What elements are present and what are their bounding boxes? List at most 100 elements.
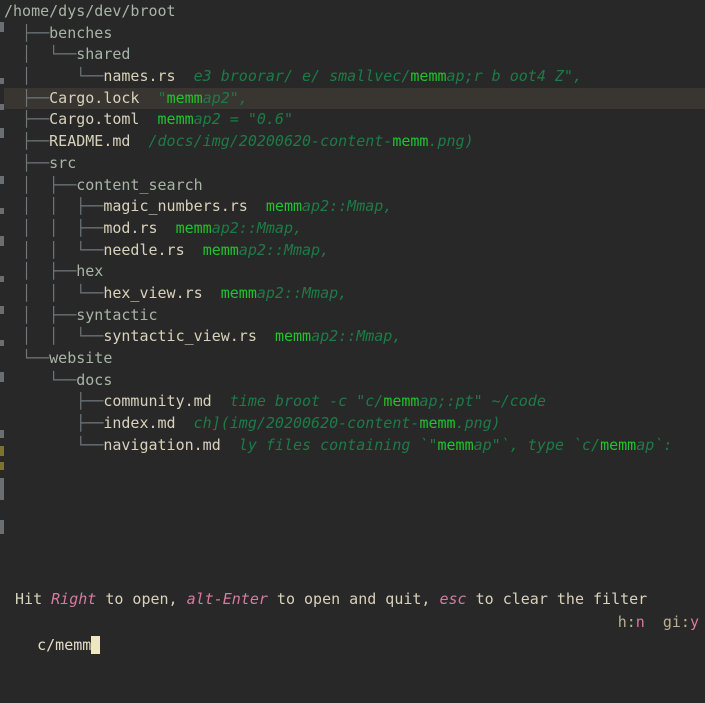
scrollbar-segment[interactable] <box>0 208 4 214</box>
preview-match: memm <box>202 240 239 259</box>
content-preview: e3 broorar/ e/ smallvec/memmap;r b oot4 … <box>176 67 582 85</box>
scrollbar-segment[interactable] <box>0 276 4 282</box>
preview-match: memm <box>265 197 303 216</box>
scrollbar-segment[interactable] <box>0 236 4 246</box>
tree-row[interactable]: ├──Cargo.toml memmap2 = "0.6" <box>0 109 705 131</box>
scrollbar-segment[interactable] <box>0 306 4 314</box>
scrollbar-segment[interactable] <box>0 478 4 500</box>
tree-row[interactable]: ├──README.md /docs/img/20200620-content-… <box>0 131 705 153</box>
scrollbar-segment[interactable] <box>0 176 4 184</box>
tree-row[interactable]: │ │ ├──magic_numbers.rs memmap2::Mmap, <box>0 196 705 218</box>
tree-row-content: ├──src <box>0 153 705 175</box>
preview-text: ap;:pt" ~/code <box>419 392 546 411</box>
directory-name: hex <box>76 262 104 281</box>
content-preview: memmap2 = "0.6" <box>139 110 293 128</box>
scrollbar-segment[interactable] <box>0 104 4 110</box>
tree-row-content: ├──Cargo.lock "memmap2", <box>0 88 705 110</box>
hint-key: alt-Enter <box>186 590 268 608</box>
hint-text: Hit <box>6 590 52 608</box>
preview-text <box>248 197 266 215</box>
search-input[interactable]: c/memm <box>36 636 91 654</box>
tree-row-content: │ └──names.rs e3 broorar/ e/ smallvec/me… <box>0 66 705 88</box>
preview-text: .png) <box>455 414 501 433</box>
tree-row[interactable]: └──navigation.md ly files containing `"m… <box>0 435 705 457</box>
scrollbar-segment[interactable] <box>0 128 4 138</box>
preview-text: ly files containing `" <box>220 435 438 454</box>
preview-match: memm <box>392 132 429 151</box>
tree-branch-glyph: │ └── <box>4 67 104 86</box>
tree-scrollbar[interactable] <box>0 0 4 587</box>
preview-match: memm <box>220 283 257 302</box>
tree-row-content: ├──benches <box>0 23 705 45</box>
tree-row[interactable]: │ │ └──syntactic_view.rs memmap2::Mmap, <box>0 326 705 348</box>
tree-row-content: └──website <box>0 348 705 370</box>
tree-row[interactable]: │ ├──content_search <box>0 175 705 197</box>
scrollbar-segment[interactable] <box>0 520 4 534</box>
tree-row[interactable]: ├──community.md time broot -c "c/memmap;… <box>0 391 705 413</box>
hint-key: esc <box>439 590 467 608</box>
tree-row[interactable]: ├──src <box>0 153 705 175</box>
preview-match: memm <box>175 218 212 237</box>
scrollbar-mark[interactable] <box>0 462 4 470</box>
root-path-label: /home/dys/dev/broot <box>4 2 176 20</box>
tree-row[interactable]: │ └──names.rs e3 broorar/ e/ smallvec/me… <box>0 66 705 88</box>
hint-bar: Hit Right to open, alt-Enter to open and… <box>0 587 705 611</box>
status-flags[interactable]: h:n gi:y <box>618 611 699 634</box>
scrollbar-segment[interactable] <box>0 22 4 32</box>
tree-row[interactable]: /home/dys/dev/broot <box>0 1 705 23</box>
tree-row-content: └──navigation.md ly files containing `"m… <box>0 435 705 457</box>
directory-name: shared <box>76 45 131 64</box>
tree-row-content: │ │ ├──mod.rs memmap2::Mmap, <box>0 218 705 240</box>
scrollbar-segment[interactable] <box>0 430 4 438</box>
search-input-line[interactable]: c/memm h:n gi:y <box>0 611 705 654</box>
tree-row[interactable]: └──website <box>0 348 705 370</box>
preview-text: time broot -c "c/ <box>211 392 384 411</box>
preview-text: ap2", <box>202 88 248 107</box>
preview-text: ap2::Mmap, <box>211 218 303 237</box>
tree-row[interactable]: │ │ └──needle.rs memmap2::Mmap, <box>0 240 705 262</box>
tree-row[interactable]: │ └──shared <box>0 44 705 66</box>
content-preview: memmap2::Mmap, <box>158 218 303 237</box>
tree-branch-glyph: │ │ └── <box>4 327 104 346</box>
hint-text: to open and quit, <box>267 590 440 608</box>
tree-branch-glyph: │ ├── <box>4 262 77 281</box>
file-name: README.md <box>49 132 131 151</box>
tree-row[interactable]: │ ├──syntactic <box>0 305 705 327</box>
preview-text: ap2::Mmap, <box>302 197 393 216</box>
tree-row[interactable]: ├──index.md ch](img/20200620-content-mem… <box>0 413 705 435</box>
tree-row-content: │ │ └──syntactic_view.rs memmap2::Mmap, <box>0 326 705 348</box>
tree-row-content: │ ├──hex <box>0 261 705 283</box>
content-preview: memmap2::Mmap, <box>257 327 401 345</box>
file-name: hex_view.rs <box>103 283 203 302</box>
scrollbar-segment[interactable] <box>0 78 4 84</box>
preview-text: ap2::Mmap, <box>256 283 348 302</box>
tree-branch-glyph: ├── <box>4 392 104 411</box>
tree-branch-glyph: │ │ └── <box>4 240 104 259</box>
preview-text <box>203 284 221 302</box>
tree-row[interactable]: │ │ ├──mod.rs memmap2::Mmap, <box>0 218 705 240</box>
scrollbar-segment[interactable] <box>0 340 4 346</box>
content-preview: ch](img/20200620-content-memm.png) <box>176 414 501 432</box>
preview-text <box>139 110 157 128</box>
tree-row-content: │ └──shared <box>0 44 705 66</box>
tree-branch-glyph: ├── <box>4 132 50 151</box>
preview-match: memm <box>157 110 194 129</box>
tree-row-content: │ │ └──hex_view.rs memmap2::Mmap, <box>0 283 705 305</box>
preview-text: /docs/img/20200620-content- <box>130 132 393 151</box>
file-name: mod.rs <box>103 218 158 237</box>
content-preview: time broot -c "c/memmap;:pt" ~/code <box>212 392 546 410</box>
scrollbar-mark[interactable] <box>0 446 4 456</box>
tree-row[interactable]: ├──benches <box>0 23 705 45</box>
scrollbar-segment[interactable] <box>0 372 4 382</box>
tree-row-selected[interactable]: ├──Cargo.lock "memmap2", <box>0 87 705 110</box>
preview-text <box>158 219 176 237</box>
directory-name: src <box>49 153 77 172</box>
preview-text: ch](img/20200620-content- <box>175 414 420 433</box>
tree-branch-glyph: ├── <box>4 153 50 172</box>
tree-branch-glyph: │ │ ├── <box>4 218 104 237</box>
tree-row[interactable]: │ ├──hex <box>0 261 705 283</box>
tree-row[interactable]: │ │ └──hex_view.rs memmap2::Mmap, <box>0 283 705 305</box>
tree-row[interactable]: └──docs <box>0 370 705 392</box>
content-preview: ly files containing `"memmap"`, type `c/… <box>221 436 673 454</box>
file-name: community.md <box>103 392 212 411</box>
